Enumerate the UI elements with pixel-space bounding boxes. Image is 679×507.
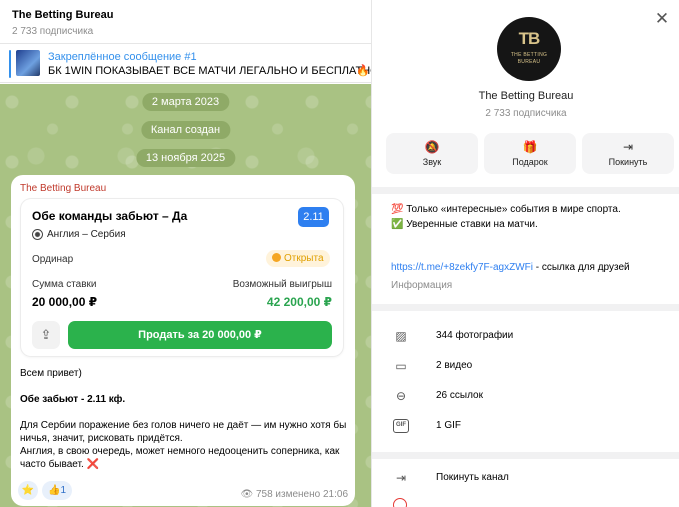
- close-icon[interactable]: ✕: [653, 10, 671, 28]
- video-icon: ▭: [395, 359, 407, 373]
- edited-time: изменено 21:06: [275, 489, 348, 500]
- info-label: Информация: [391, 280, 453, 291]
- status-label: Открыта: [284, 253, 324, 264]
- star-icon: ⭐: [21, 485, 35, 496]
- chat-header[interactable]: The Betting Bureau 2 733 подписчика: [0, 0, 371, 44]
- leave-button[interactable]: ⇥ Покинуть: [582, 133, 674, 174]
- description-line: ✅ Уверенные ставки на матчи.: [391, 219, 538, 230]
- service-message: Канал создан: [140, 121, 231, 139]
- media-gif-row[interactable]: GIF 1 GIF: [372, 411, 679, 441]
- post-text: Всем привет) Обе забьют - 2.11 кф. Для С…: [20, 367, 350, 471]
- avatar-monogram: TB: [518, 29, 541, 48]
- pinned-label: Закреплённое сообщение #1: [48, 51, 197, 63]
- gif-label: 1 GIF: [436, 420, 462, 431]
- photo-icon: ▨: [395, 329, 407, 343]
- bet-title: Обе команды забьют – Да: [32, 209, 188, 223]
- date-pill: 2 марта 2023: [141, 93, 230, 111]
- pinned-thumbnail: [16, 50, 40, 76]
- sell-button[interactable]: Продать за 20 000,00 ₽: [68, 321, 332, 349]
- chat-area[interactable]: 2 марта 2023 Канал создан 13 ноября 2025…: [0, 84, 371, 507]
- date-pill: 13 ноября 2025: [135, 149, 236, 167]
- gift-label: Подарок: [512, 157, 548, 167]
- view-count: 758: [255, 489, 273, 500]
- post-greeting: Всем привет): [20, 368, 82, 379]
- win-value: 42 200,00 ₽: [266, 295, 332, 309]
- channel-subscribers: 2 733 подписчика: [12, 26, 94, 37]
- leave-channel-label: Покинуть канал: [436, 472, 509, 483]
- eye-icon: 👁: [240, 489, 256, 500]
- media-videos-row[interactable]: ▭ 2 видео: [372, 351, 679, 381]
- gif-icon: GIF: [393, 419, 409, 433]
- links-label: 26 ссылок: [436, 390, 483, 401]
- stake-label: Сумма ставки: [32, 279, 97, 290]
- reaction-count: 1: [60, 485, 66, 496]
- pinned-indicator: [9, 50, 11, 78]
- chat-column: The Betting Bureau 2 733 подписчика Закр…: [0, 0, 371, 507]
- photos-label: 344 фотографии: [436, 330, 514, 341]
- match-name: Англия – Сербия: [47, 229, 126, 240]
- gift-button[interactable]: 🎁 Подарок: [484, 133, 576, 174]
- leave-channel-row[interactable]: ⇥ Покинуть канал: [372, 463, 679, 493]
- channel-info-panel: ✕ TB THE BETTING BUREAU The Betting Burea…: [371, 0, 679, 507]
- avatar-name: THE BETTING BUREAU: [510, 52, 548, 65]
- share-button[interactable]: ⇪: [32, 321, 60, 349]
- divider: [372, 304, 679, 311]
- fire-icon: 🔥: [356, 65, 370, 77]
- thumbs-up-icon: 👍: [47, 485, 61, 496]
- post-meta: 👁 758 изменено 21:06: [240, 489, 348, 500]
- status-badge: Открыта: [266, 250, 330, 267]
- win-label: Возможный выигрыш: [232, 279, 332, 290]
- clock-icon: [272, 253, 281, 262]
- link-icon: ⊖: [395, 389, 407, 403]
- post-paragraph: Для Сербии поражение без голов ничего не…: [20, 420, 347, 444]
- bet-type: Ординар: [32, 254, 74, 265]
- odds-badge: 2.11: [298, 207, 329, 227]
- reaction-thumbs-up[interactable]: 👍1: [42, 481, 72, 500]
- divider: [372, 187, 679, 194]
- channel-post[interactable]: The Betting Bureau Обе команды забьют – …: [11, 175, 355, 506]
- share-icon: ⇪: [40, 327, 52, 342]
- bell-off-icon: 🔕: [424, 140, 440, 154]
- stake-value: 20 000,00 ₽: [32, 295, 98, 309]
- reaction-star[interactable]: ⭐: [18, 481, 38, 500]
- channel-description: 💯 Только «интересные» события в мире спо…: [391, 202, 671, 232]
- videos-label: 2 видео: [436, 360, 473, 371]
- panel-title: The Betting Bureau: [478, 90, 574, 102]
- invite-link-suffix: - ссылка для друзей: [532, 262, 630, 273]
- channel-avatar: TB THE BETTING BUREAU: [497, 17, 561, 81]
- post-paragraph: Англия, в свою очередь, может немного не…: [20, 446, 340, 470]
- post-bold-line: Обе забьют - 2.11 кф.: [20, 394, 126, 405]
- mute-label: Звук: [422, 157, 442, 167]
- panel-subscribers: 2 733 подписчика: [485, 108, 567, 119]
- gift-icon: 🎁: [522, 140, 538, 154]
- media-photos-row[interactable]: ▨ 344 фотографии: [372, 321, 679, 351]
- soccer-ball-icon: [32, 229, 43, 240]
- mute-button[interactable]: 🔕 Звук: [386, 133, 478, 174]
- pinned-message-bar[interactable]: Закреплённое сообщение #1 БК 1WIN ПОКАЗЫ…: [0, 45, 371, 83]
- invite-link-row: https://t.me/+8zekfy7F-agxZWFi - ссылка …: [391, 262, 630, 273]
- telegram-window: The Betting Bureau 2 733 подписчика Закр…: [0, 0, 679, 507]
- leave-icon: ⇥: [622, 140, 634, 154]
- leave-label: Покинуть: [608, 157, 648, 167]
- report-icon[interactable]: [393, 498, 407, 507]
- media-links-row[interactable]: ⊖ 26 ссылок: [372, 381, 679, 411]
- invite-link[interactable]: https://t.me/+8zekfy7F-agxZWFi: [391, 262, 533, 273]
- pinned-text: БК 1WIN ПОКАЗЫВАЕТ ВСЕ МАТЧИ ЛЕГАЛЬНО И …: [48, 65, 371, 77]
- bet-card[interactable]: Обе команды забьют – Да 2.11 Англия – Се…: [21, 199, 343, 356]
- divider: [372, 452, 679, 459]
- exit-icon: ⇥: [395, 471, 407, 485]
- post-author: The Betting Bureau: [20, 183, 107, 194]
- channel-title: The Betting Bureau: [12, 9, 114, 21]
- description-line: 💯 Только «интересные» события в мире спо…: [391, 204, 621, 215]
